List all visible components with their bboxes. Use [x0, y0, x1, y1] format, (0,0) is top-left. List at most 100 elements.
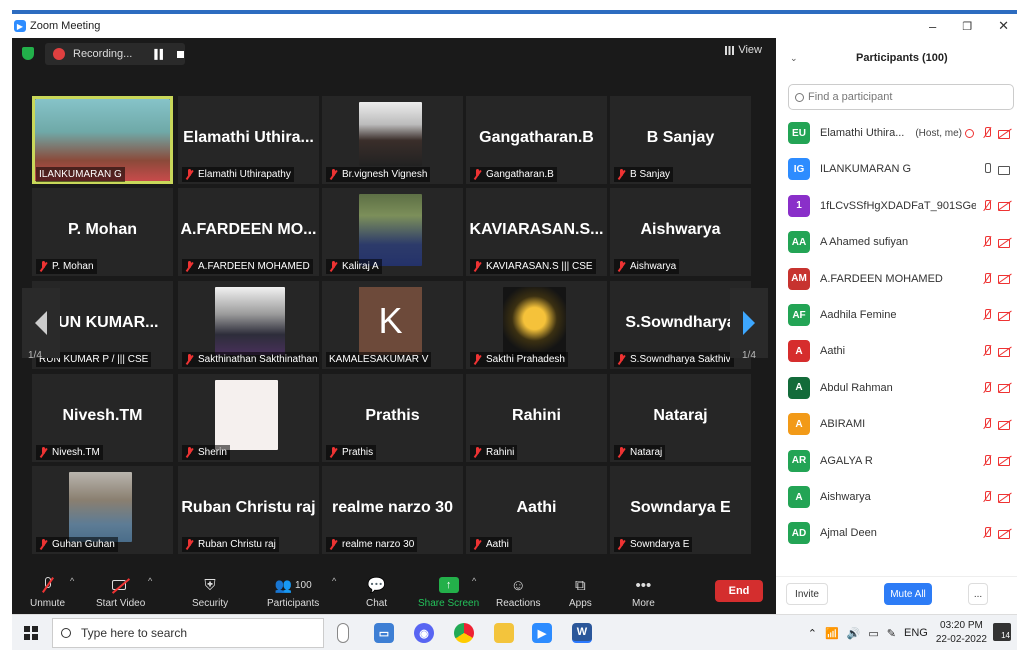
participant-name: Sakthi Prahadesh	[486, 354, 565, 365]
video-tile[interactable]: Sakthinathan Sakthinathan	[178, 281, 319, 369]
video-tile[interactable]: Kaliraj A	[322, 188, 463, 276]
muted-mic-icon	[982, 417, 992, 431]
meeting-top-bar: Recording... ▌▌ View	[12, 38, 776, 70]
video-tile[interactable]: P. Mohan P. Mohan	[32, 188, 173, 276]
network-icon[interactable]: 📶	[825, 627, 839, 640]
view-button[interactable]: View	[725, 44, 762, 56]
video-tile[interactable]: A.FARDEEN MO... A.FARDEEN MOHAMED	[178, 188, 319, 276]
participant-name: Sakthinathan Sakthinathan	[198, 354, 318, 365]
participant-display-name: Sowndarya E	[630, 499, 731, 516]
apps-button[interactable]: ⧉ Apps	[569, 574, 592, 610]
video-tile[interactable]: Gangatharan.B Gangatharan.B	[466, 96, 607, 184]
taskbar-search-input[interactable]: Type here to search	[52, 618, 324, 648]
video-tile[interactable]: Elamathi Uthira... Elamathi Uthirapathy	[178, 96, 319, 184]
share-screen-icon: ↑	[438, 574, 459, 596]
video-tile[interactable]: B Sanjay B Sanjay	[610, 96, 751, 184]
participant-row[interactable]: AA A Ahamed sufiyan	[788, 227, 1014, 257]
muted-mic-icon	[617, 354, 626, 365]
more-button[interactable]: ••• More	[632, 574, 655, 610]
video-tile[interactable]: Ruban Christu raj Ruban Christu raj	[178, 466, 319, 554]
pause-recording-icon[interactable]: ▌▌	[154, 49, 166, 59]
video-tile[interactable]: Rahini Rahini	[466, 374, 607, 462]
video-tile[interactable]: Sherin	[178, 374, 319, 462]
invite-button[interactable]: Invite	[786, 583, 828, 605]
chat-button[interactable]: 💬 Chat	[366, 574, 387, 609]
participant-row[interactable]: 1 1fLCvSSfHgXDADFaT_901SGey...	[788, 191, 1014, 221]
participants-button[interactable]: 👥 100 Participants	[267, 574, 319, 610]
clock-time: 03:20 PM	[940, 620, 983, 631]
mute-all-button[interactable]: Mute All	[884, 583, 932, 605]
participant-display-name: KAVIARASAN.S...	[469, 221, 604, 238]
mouse-app-icon[interactable]	[337, 623, 349, 643]
video-tile[interactable]: Sakthi Prahadesh	[466, 281, 607, 369]
participant-name-caption: Sakthinathan Sakthinathan	[182, 352, 319, 367]
participant-row[interactable]: A Abdul Rahman	[788, 373, 1014, 403]
audio-options-caret[interactable]: ^	[70, 576, 74, 586]
participant-row[interactable]: IG ILANKUMARAN G	[788, 154, 1014, 184]
video-off-icon	[998, 310, 1012, 321]
monitor-app-icon[interactable]: ▭	[374, 623, 394, 643]
video-tile[interactable]: Nivesh.TM Nivesh.TM	[32, 374, 173, 462]
participant-row[interactable]: AD Ajmal Deen	[788, 518, 1014, 548]
video-tile[interactable]: Nataraj Nataraj	[610, 374, 751, 462]
pen-icon[interactable]: ✎	[887, 627, 896, 640]
participant-display-name: Aishwarya	[640, 221, 721, 238]
previous-page-button[interactable]	[22, 288, 60, 358]
next-page-button[interactable]	[730, 288, 768, 358]
muted-mic-icon	[982, 490, 992, 504]
share-screen-button[interactable]: ↑ Share Screen	[418, 574, 479, 609]
maximize-button[interactable]: ❐	[962, 20, 972, 33]
notification-center-icon[interactable]: 14	[993, 623, 1011, 641]
file-explorer-icon[interactable]	[494, 623, 514, 643]
collapse-chevron-icon[interactable]: ⌄	[790, 53, 798, 64]
video-tile[interactable]: ILANKUMARAN G	[32, 96, 173, 184]
participant-row[interactable]: AR AGALYA R	[788, 446, 1014, 476]
video-tile[interactable]: K KAMALESAKUMAR V	[322, 281, 463, 369]
video-tile[interactable]: Guhan Guhan	[32, 466, 173, 554]
video-tile[interactable]: Br.vignesh Vignesh	[322, 96, 463, 184]
share-options-caret[interactable]: ^	[472, 576, 476, 586]
video-tile[interactable]: Prathis Prathis	[322, 374, 463, 462]
tray-expand-icon[interactable]: ⌃	[808, 627, 817, 640]
participant-list-name: ABIRAMI	[820, 418, 866, 431]
participant-row[interactable]: AF Aadhila Femine	[788, 300, 1014, 330]
participant-row[interactable]: A Aathi	[788, 336, 1014, 366]
close-button[interactable]: ✕	[998, 18, 1009, 34]
video-tile[interactable]: KAVIARASAN.S... KAVIARASAN.S ||| CSE	[466, 188, 607, 276]
volume-icon[interactable]: 🔊	[847, 627, 861, 640]
participants-options-caret[interactable]: ^	[332, 576, 336, 586]
participant-row[interactable]: AM A.FARDEEN MOHAMED	[788, 264, 1014, 294]
language-indicator[interactable]: ENG	[904, 627, 928, 639]
video-tile[interactable]: realme narzo 30 realme narzo 30	[322, 466, 463, 554]
security-button[interactable]: ⛨ Security	[192, 574, 228, 610]
discord-icon[interactable]: ◉	[414, 623, 434, 643]
video-tile[interactable]: Sowndarya E Sowndarya E	[610, 466, 751, 554]
security-shield-icon[interactable]	[22, 47, 34, 60]
muted-mic-icon	[617, 447, 626, 458]
participant-row[interactable]: A ABIRAMI	[788, 409, 1014, 439]
end-meeting-button[interactable]: End	[715, 580, 763, 602]
start-video-button[interactable]: Start Video	[96, 574, 145, 609]
participant-row[interactable]: EU Elamathi Uthira... (Host, me)	[788, 118, 1014, 148]
stop-recording-icon[interactable]	[177, 50, 185, 58]
participant-search-input[interactable]: Find a participant	[788, 84, 1014, 110]
word-icon[interactable]: W	[572, 623, 592, 643]
participant-video-image	[359, 194, 422, 266]
muted-mic-icon	[329, 261, 338, 272]
zoom-app-icon[interactable]: ▶	[532, 623, 552, 643]
participant-video-image	[503, 287, 566, 357]
video-tile[interactable]: Aathi Aathi	[466, 466, 607, 554]
clock[interactable]: 03:20 PM 22-02-2022	[936, 619, 987, 647]
reactions-button[interactable]: ☺ Reactions	[496, 574, 540, 610]
windows-start-icon[interactable]	[24, 626, 38, 640]
battery-icon[interactable]: ▭	[868, 627, 878, 640]
participant-row[interactable]: A Aishwarya	[788, 482, 1014, 512]
minimize-button[interactable]: –	[929, 19, 936, 34]
video-options-caret[interactable]: ^	[148, 576, 152, 586]
chrome-icon[interactable]	[454, 623, 474, 643]
apps-icon: ⧉	[575, 576, 586, 594]
video-tile[interactable]: Aishwarya Aishwarya	[610, 188, 751, 276]
more-options-button[interactable]: ...	[968, 583, 988, 605]
video-off-icon	[998, 419, 1012, 430]
unmute-button[interactable]: Unmute	[30, 574, 65, 609]
